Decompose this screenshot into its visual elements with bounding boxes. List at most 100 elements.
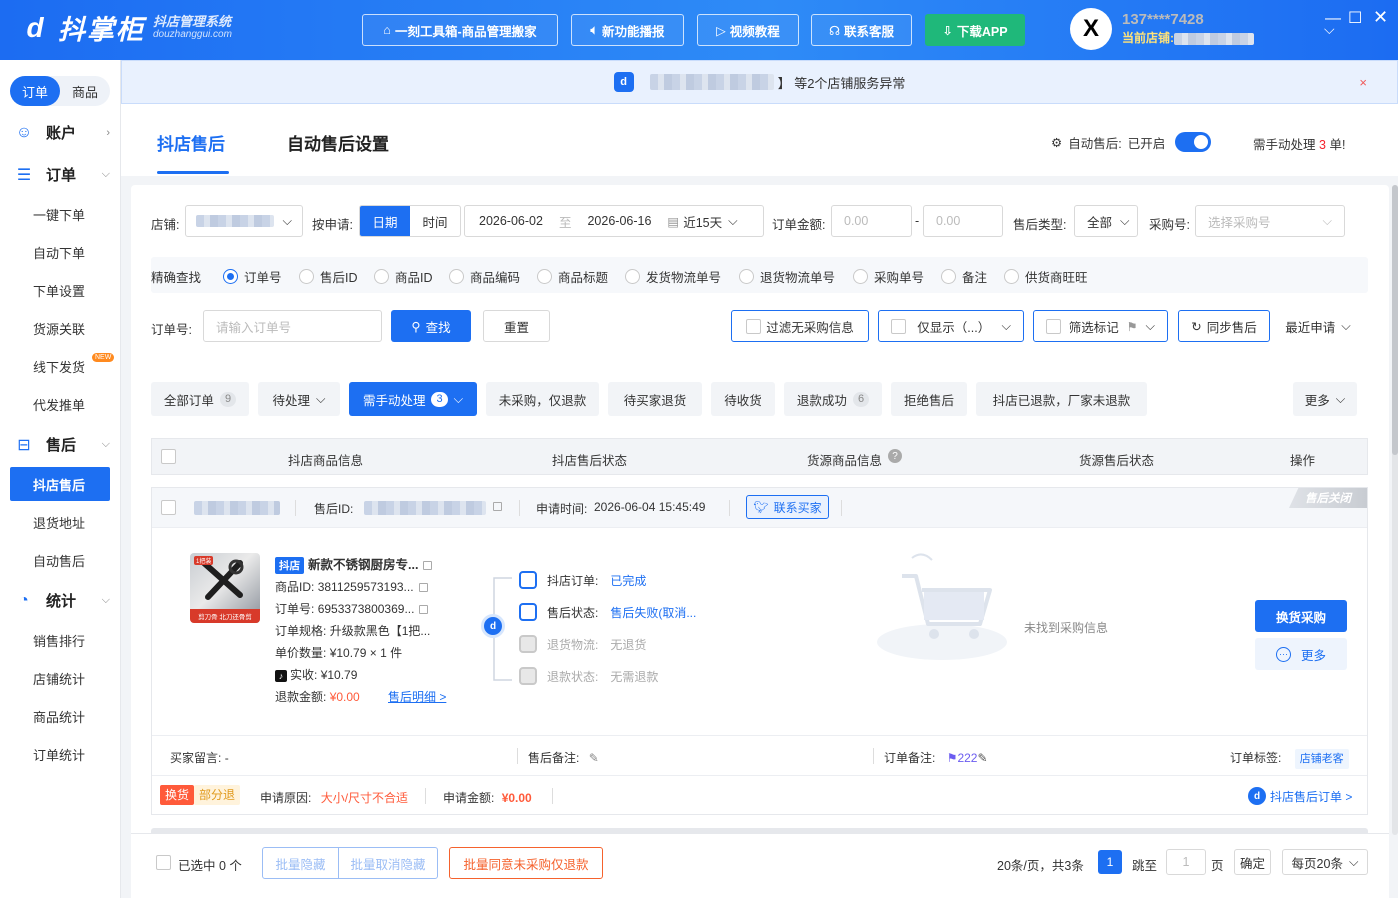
status-tab-await-return[interactable]: 待买家退货	[608, 382, 702, 416]
sidebar-item-product-stats[interactable]: 商品统计	[10, 699, 110, 733]
tab-products[interactable]: 商品	[60, 76, 110, 106]
aftersale-type-select[interactable]: 全部 ⌵	[1074, 205, 1138, 237]
batch-hide-button[interactable]: 批量隐藏	[262, 847, 339, 879]
exchange-purchase-button[interactable]: 换货采购	[1255, 600, 1347, 632]
radio-ship-tracking[interactable]: 发货物流单号	[625, 267, 721, 286]
radio-purchase-no[interactable]: 采购单号	[853, 267, 924, 286]
sidebar-group-aftersale[interactable]: ⊟ 售后 ⌵	[14, 434, 110, 455]
edit-icon[interactable]: ✎	[977, 751, 987, 765]
sidebar-item-push-orders[interactable]: 代发推单	[10, 387, 110, 421]
status-tab-all[interactable]: 全部订单 9	[151, 382, 249, 416]
copy-icon[interactable]	[419, 605, 429, 615]
radio-return-tracking[interactable]: 退货物流单号	[739, 267, 835, 286]
radio-product-code[interactable]: 商品编码	[449, 267, 520, 286]
sidebar-item-douyin-aftersale[interactable]: 抖店售后	[10, 467, 110, 501]
truck-icon	[519, 635, 537, 653]
select-all-bottom-checkbox[interactable]	[156, 855, 171, 870]
date-range-picker[interactable]: 2026-06-02 至 2026-06-16 ▤ 近15天 ⌵	[464, 205, 764, 237]
status-tab-factory-unrefunded[interactable]: 抖店已退款，厂家未退款	[976, 382, 1147, 416]
status-tab-manual[interactable]: 需手动处理 3 ⌵	[349, 382, 477, 416]
only-show-select[interactable]: 仅显示（...） ⌵	[878, 310, 1024, 342]
radio-supplier-wangwang[interactable]: 供货商旺旺	[1004, 267, 1088, 286]
radio-aftersale-id[interactable]: 售后ID	[299, 267, 358, 286]
sidebar-group-account[interactable]: ☺ 账户 ›	[14, 122, 110, 143]
product-thumbnail[interactable]: 1把装 剪刀骨 北刀还骨剪	[190, 553, 260, 623]
sidebar-group-stats[interactable]: ◔ 统计 ⌵	[14, 590, 110, 611]
amount-min-input[interactable]: 0.00	[831, 205, 912, 237]
apply-time: 2026-06-04 15:45:49	[594, 500, 706, 514]
order-no-input[interactable]: 请输入订单号	[203, 310, 382, 342]
app-logo: d 抖掌柜 抖店管理系统 douzhanggui.com	[18, 8, 232, 47]
page-1-button[interactable]: 1	[1098, 850, 1122, 874]
select-all-checkbox[interactable]	[161, 449, 176, 464]
toolbox-button[interactable]: ⌂ 一刻工具箱-商品管理搬家	[362, 14, 558, 46]
video-tutorial-button[interactable]: ▷ 视频教程	[697, 14, 799, 46]
aftersale-detail-link[interactable]: 售后明细 >	[388, 688, 446, 705]
auto-aftersale-toggle[interactable]	[1175, 132, 1212, 152]
product-title[interactable]: 抖店 新款不锈钢厨房专...	[275, 554, 433, 574]
store-select[interactable]: ⌵	[185, 205, 303, 237]
amount-max-input[interactable]: 0.00	[923, 205, 1003, 237]
sidebar-item-auto-aftersale[interactable]: 自动售后	[10, 543, 110, 577]
refund-amount: 退款金额: ¥0.00	[275, 690, 360, 704]
seg-time[interactable]: 时间	[410, 206, 460, 236]
purchase-select[interactable]: 选择采购号 ⌵	[1195, 205, 1345, 237]
filter-no-purchase-checkbox[interactable]: 过滤无采购信息	[731, 310, 869, 342]
sidebar-item-return-address[interactable]: 退货地址	[10, 505, 110, 539]
per-page-select[interactable]: 每页20条 ⌵	[1282, 849, 1368, 875]
status-tab-refund-success[interactable]: 退款成功 6	[784, 382, 882, 416]
vertical-scrollbar[interactable]	[1392, 185, 1398, 835]
maximize-icon[interactable]: ☐	[1348, 8, 1362, 28]
user-menu[interactable]: X 137****7428 当前店铺: ⌵	[1070, 8, 1335, 50]
sidebar-item-store-stats[interactable]: 店铺统计	[10, 661, 110, 695]
radio-note[interactable]: 备注	[941, 267, 987, 286]
buyer-message: 买家留言: -	[170, 751, 229, 765]
minimize-icon[interactable]: —	[1325, 10, 1341, 28]
tab-auto-aftersale-settings[interactable]: 自动售后设置	[287, 130, 389, 155]
radio-product-title[interactable]: 商品标题	[537, 267, 608, 286]
copy-icon[interactable]	[418, 583, 428, 593]
close-window-icon[interactable]: ✕	[1373, 7, 1388, 28]
more-actions-button[interactable]: ··· 更多	[1255, 638, 1347, 670]
download-app-button[interactable]: ⇩ 下载APP	[925, 14, 1025, 46]
radio-product-id[interactable]: 商品ID	[374, 267, 433, 286]
contact-support-button[interactable]: ☊ 联系客服	[811, 14, 912, 46]
sidebar-item-order-stats[interactable]: 订单统计	[10, 737, 110, 771]
tab-orders[interactable]: 订单	[10, 76, 60, 106]
copy-icon[interactable]	[493, 502, 502, 511]
status-tab-await-receive[interactable]: 待收货	[711, 382, 775, 416]
help-icon[interactable]: ?	[888, 449, 902, 463]
sidebar-item-offline-ship[interactable]: 线下发货 NEW	[10, 349, 115, 383]
row-checkbox[interactable]	[161, 500, 176, 515]
batch-agree-refund-button[interactable]: 批量同意未采购仅退款	[449, 847, 603, 879]
contact-buyer-button[interactable]: 🐦︎ 联系买家	[746, 495, 829, 519]
edit-icon[interactable]: ✎	[589, 751, 599, 765]
jump-confirm-button[interactable]: 确定	[1234, 849, 1271, 875]
sidebar-item-source-link[interactable]: 货源关联	[10, 311, 110, 345]
jump-page-input[interactable]: 1	[1166, 849, 1206, 875]
status-tab-refund-only[interactable]: 未采购，仅退款	[486, 382, 599, 416]
radio-order-no[interactable]: 订单号	[223, 267, 282, 286]
page-header: 抖店售后 自动售后设置 ⚙ 自动售后: 已开启 需手动处理 3 单!	[121, 104, 1398, 176]
reset-button[interactable]: 重置	[483, 310, 550, 342]
status-tab-pending[interactable]: 待处理 ⌵	[258, 382, 340, 416]
close-icon[interactable]: ×	[1359, 75, 1367, 90]
sidebar-item-one-click-order[interactable]: 一键下单	[10, 197, 110, 231]
sidebar-group-orders[interactable]: ☰ 订单 ⌵	[14, 164, 110, 185]
sort-recent-apply[interactable]: 最近申请 ⌵	[1279, 310, 1357, 342]
status-tab-more[interactable]: 更多 ⌵	[1293, 382, 1357, 416]
batch-unhide-button[interactable]: 批量取消隐藏	[338, 847, 438, 879]
new-features-button[interactable]: 🔈︎ 新功能播报	[571, 14, 684, 46]
filter-mark-select[interactable]: 筛选标记 ⚑ ⌵	[1033, 310, 1168, 342]
aftersale-id-blurred	[364, 501, 486, 515]
refund-icon	[519, 667, 537, 685]
sync-aftersale-button[interactable]: ↻ 同步售后	[1178, 310, 1270, 342]
sidebar-item-sales-rank[interactable]: 销售排行	[10, 623, 110, 657]
aftersale-order-link[interactable]: d 抖店售后订单 >	[1248, 787, 1352, 805]
search-button[interactable]: ⚲ 查找	[391, 310, 471, 342]
seg-date[interactable]: 日期	[360, 206, 410, 236]
status-tab-rejected[interactable]: 拒绝售后	[891, 382, 967, 416]
sidebar-item-order-settings[interactable]: 下单设置	[10, 273, 110, 307]
tab-douyin-aftersale[interactable]: 抖店售后	[157, 130, 225, 155]
sidebar-item-auto-order[interactable]: 自动下单	[10, 235, 110, 269]
